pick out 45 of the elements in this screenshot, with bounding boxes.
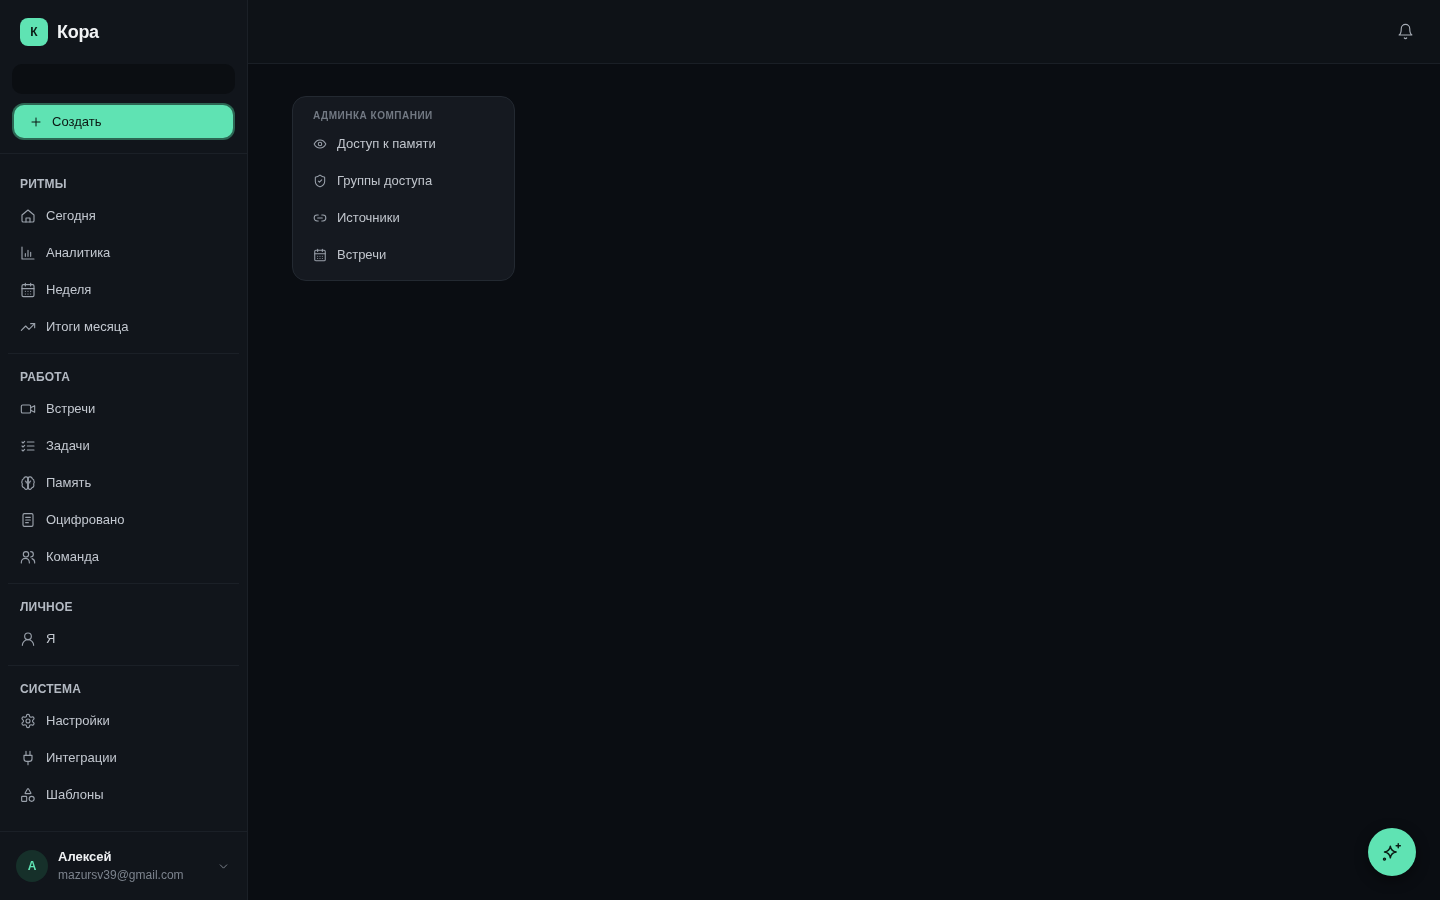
shapes-icon [20,786,36,803]
menu-heading: АДМИНКА КОМПАНИИ [312,110,434,122]
section-heading: РИТМЫ [19,177,68,191]
nav-item[interactable]: Настройки [12,702,235,739]
menu-item[interactable]: Группы доступа [305,162,502,199]
user-name: Алексей [58,849,113,865]
nav-item[interactable]: Шаблоны [12,776,235,813]
nav-item[interactable]: Интеграции [12,739,235,776]
section-heading: РАБОТА [19,370,71,384]
nav-item[interactable]: Итоги месяца [12,308,235,345]
nav-item[interactable]: Команда [12,538,235,575]
home-icon [20,207,36,224]
calendar-icon [313,247,327,262]
nav-item[interactable]: Аналитика [12,234,235,271]
nav-item[interactable]: Память [12,464,235,501]
sparkle-icon [1382,842,1402,862]
document-icon [20,511,36,528]
nav-item[interactable]: Я [12,620,235,657]
user-email: mazursv39@gmail.com [58,868,185,883]
bar-chart-icon [20,244,36,261]
calendar-icon [20,281,36,298]
menu-item[interactable]: Встречи [305,236,502,273]
plus-icon [30,115,42,128]
section-heading: ЛИЧНОЕ [19,600,74,614]
nav-item[interactable]: Задачи [12,427,235,464]
nav-item[interactable]: Неделя [12,271,235,308]
user-avatar: А [16,850,48,882]
logo-mark: К [20,18,48,46]
floating-action-button[interactable] [1368,828,1416,876]
nav-item[interactable]: Оцифровано [12,501,235,538]
brand-name: Кора [57,21,99,43]
brain-icon [20,474,36,491]
nav-item[interactable]: Встречи [12,390,235,427]
nav-item[interactable]: Сегодня [12,197,235,234]
create-button[interactable]: Создать [14,105,233,138]
section-heading: СИСТЕМА [19,682,83,696]
shield-check-icon [313,173,327,188]
settings-icon [20,712,36,729]
bell-icon[interactable] [1397,23,1414,40]
users-icon [20,548,36,565]
menu-item[interactable]: Источники [305,199,502,236]
menu-item[interactable]: Доступ к памяти [305,125,502,162]
eye-icon [313,136,327,151]
plug-icon [20,749,36,766]
user-icon [20,630,36,647]
